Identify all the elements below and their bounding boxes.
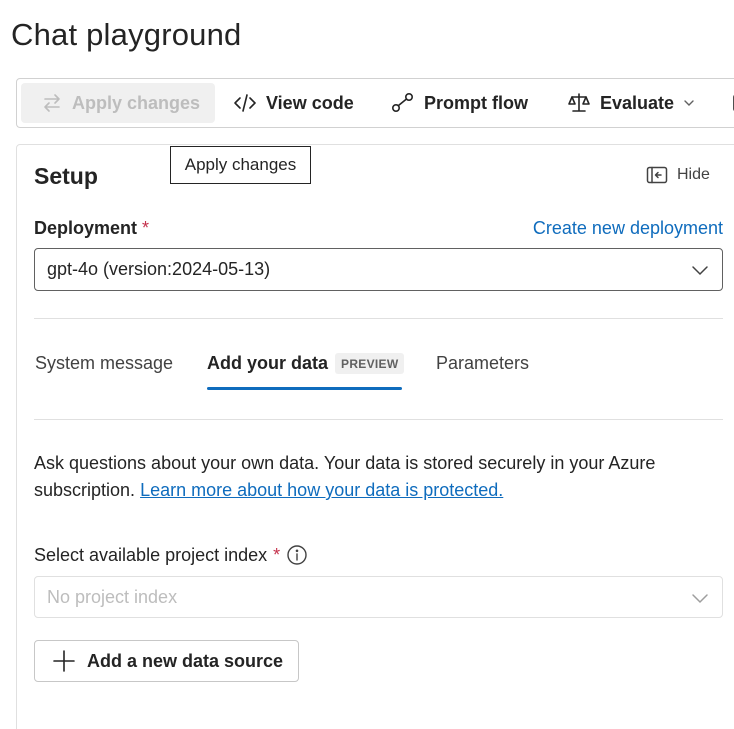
deployment-value: gpt-4o (version:2024-05-13) [47,259,271,279]
apply-changes-button[interactable]: Apply changes [21,83,215,123]
project-index-dropdown[interactable]: No project index [34,576,723,618]
page-title: Chat playground [11,17,242,52]
tab-system-message[interactable]: System message [35,353,173,374]
tab-params-label: Parameters [436,353,530,373]
plus-icon [53,650,75,672]
flow-icon [391,92,414,113]
required-asterisk: * [142,218,150,238]
project-index-placeholder: No project index [47,586,178,607]
tab-system-label: System message [35,353,174,373]
divider [34,419,723,420]
deployment-label-text: Deployment [34,218,138,238]
project-index-label-text: Select available project index [34,544,268,565]
tab-parameters[interactable]: Parameters [436,353,529,374]
overflow-button[interactable] [725,83,734,123]
learn-more-link[interactable]: Learn more about how your data is protec… [140,480,503,500]
prompt-flow-button[interactable]: Prompt flow [385,83,534,123]
chevron-down-icon [684,100,694,106]
prompt-flow-label: Prompt flow [424,92,528,113]
swap-arrows-icon [44,94,60,112]
apply-changes-tooltip: Apply changes [170,146,311,184]
deployment-dropdown[interactable]: gpt-4o (version:2024-05-13) [34,248,723,291]
tab-add-your-data[interactable]: Add your data PREVIEW [207,353,405,374]
scales-icon [568,93,590,112]
tab-data-label: Add your data [207,353,329,373]
required-asterisk: * [273,544,281,565]
create-deployment-link[interactable]: Create new deployment [533,218,723,239]
chevron-down-icon [692,266,708,276]
evaluate-label: Evaluate [600,92,675,113]
view-code-label: View code [266,92,354,113]
view-code-button[interactable]: View code [227,83,360,123]
setup-title: Setup [34,163,98,189]
active-tab-indicator [207,387,402,390]
info-icon[interactable] [286,544,308,566]
divider [34,318,723,319]
data-description: Ask questions about your own data. Your … [34,450,724,504]
apply-changes-label: Apply changes [72,92,201,113]
project-index-label: Select available project index * [34,544,308,566]
chevron-down-icon [692,594,708,604]
add-data-source-button[interactable]: Add a new data source [34,640,299,682]
evaluate-button[interactable]: Evaluate [561,83,701,123]
hide-label: Hide [677,166,710,183]
deployment-label: Deployment * [34,218,149,239]
code-icon [234,94,256,112]
preview-badge: PREVIEW [335,353,405,374]
add-data-source-label: Add a new data source [87,650,284,671]
hide-button[interactable]: Hide [646,166,710,184]
collapse-panel-icon [646,166,668,184]
toolbar: Apply changes View code Prompt flow Eval… [16,78,734,128]
